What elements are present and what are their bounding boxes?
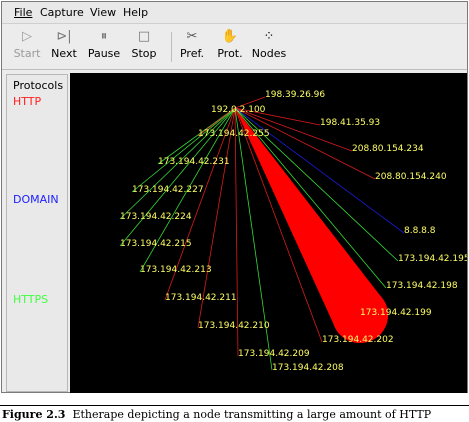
node-label[interactable]: 173.194.42.224 bbox=[120, 212, 192, 222]
node-label[interactable]: 208.80.154.234 bbox=[352, 144, 424, 154]
node-label[interactable]: 173.194.42.208 bbox=[272, 363, 344, 373]
center-node-label[interactable]: 192.0.2.100 bbox=[211, 105, 266, 115]
stop-icon: □ bbox=[137, 29, 151, 44]
menu-bar: File Capture View Help bbox=[2, 2, 467, 24]
node-label[interactable]: 173.194.42.255 bbox=[198, 129, 270, 139]
node-label[interactable]: 173.194.42.213 bbox=[140, 265, 212, 275]
caption-figure-number: Figure 2.3 bbox=[2, 408, 66, 421]
network-graph: 192.0.2.100 198.39.26.96 198.41.35.93 208.8… bbox=[119, 90, 467, 373]
figure-caption: Figure 2.3 Etherape depicting a node tra… bbox=[0, 405, 469, 422]
toolbar-separator bbox=[171, 32, 172, 62]
node-label[interactable]: 173.194.42.209 bbox=[238, 349, 310, 359]
stop-button[interactable]: □ Stop bbox=[128, 28, 160, 66]
node-label[interactable]: 208.80.154.240 bbox=[375, 172, 447, 182]
play-icon: ▷ bbox=[22, 29, 32, 44]
protocols-panel: Protocols HTTP DOMAIN HTTPS bbox=[6, 74, 68, 392]
node-label[interactable]: 198.39.26.96 bbox=[265, 90, 325, 100]
protocol-icon: ✋ bbox=[221, 29, 239, 44]
step-next-icon: ⊳| bbox=[56, 29, 72, 44]
node-label[interactable]: 173.194.42.195 bbox=[398, 254, 467, 264]
protocols-button[interactable]: ✋ Prot. bbox=[214, 28, 246, 66]
nodes-icon: ⁘ bbox=[263, 29, 275, 44]
node-label[interactable]: 173.194.42.227 bbox=[132, 185, 204, 195]
menu-view[interactable]: View bbox=[90, 5, 116, 21]
menu-capture[interactable]: Capture bbox=[40, 5, 84, 21]
node-label[interactable]: 173.194.42.198 bbox=[386, 281, 458, 291]
start-button[interactable]: ▷ Start bbox=[10, 28, 44, 66]
node-label[interactable]: 173.194.42.199 bbox=[360, 308, 432, 318]
node-label[interactable]: 173.194.42.215 bbox=[120, 239, 192, 249]
next-button[interactable]: ⊳| Next bbox=[48, 28, 80, 66]
node-label[interactable]: 173.194.42.210 bbox=[198, 321, 270, 331]
pause-button[interactable]: ⏸ Pause bbox=[84, 28, 124, 66]
node-label[interactable]: 173.194.42.202 bbox=[322, 335, 394, 345]
pause-icon: ⏸ bbox=[100, 29, 108, 44]
node-label[interactable]: 173.194.42.211 bbox=[165, 293, 237, 303]
etherape-window: File Capture View Help ▷ Start ⊳| Next ⏸… bbox=[1, 1, 468, 393]
node-label[interactable]: 198.41.35.93 bbox=[320, 118, 380, 128]
menu-file[interactable]: File bbox=[14, 5, 32, 21]
tools-icon: ✂ bbox=[186, 29, 198, 44]
menu-help[interactable]: Help bbox=[123, 5, 148, 21]
protocol-domain[interactable]: DOMAIN bbox=[13, 193, 59, 206]
nodes-button[interactable]: ⁘ Nodes bbox=[250, 28, 288, 66]
node-label[interactable]: 173.194.42.231 bbox=[158, 157, 230, 167]
toolbar: ▷ Start ⊳| Next ⏸ Pause □ Stop ✂ Pref. ✋… bbox=[2, 24, 467, 70]
link-line bbox=[234, 107, 239, 357]
caption-text: Etherape depicting a node transmitting a… bbox=[72, 408, 432, 421]
node-label[interactable]: 8.8.8.8 bbox=[404, 226, 436, 236]
protocols-title: Protocols bbox=[13, 79, 64, 92]
preferences-button[interactable]: ✂ Pref. bbox=[175, 28, 209, 66]
protocol-http[interactable]: HTTP bbox=[13, 95, 41, 108]
protocol-https[interactable]: HTTPS bbox=[13, 293, 48, 306]
network-graph-canvas[interactable]: 192.0.2.100 198.39.26.96 198.41.35.93 208.8… bbox=[70, 73, 467, 393]
